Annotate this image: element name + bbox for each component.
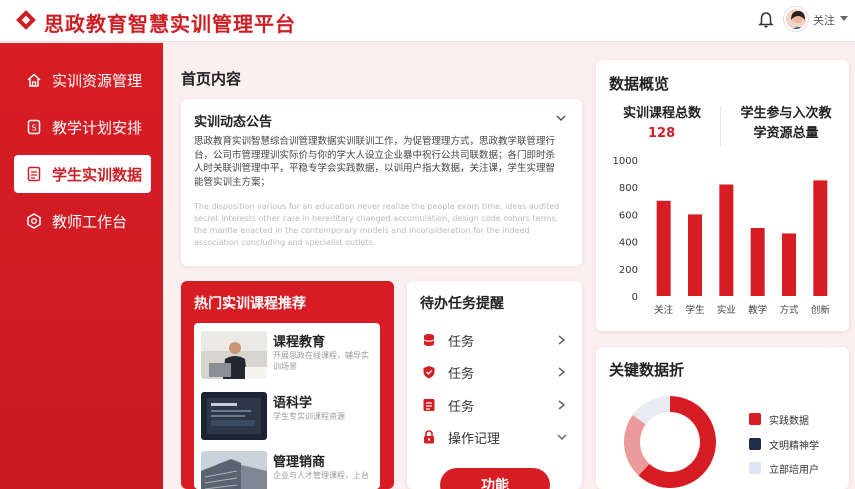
y-tick-label: 1000 [613, 156, 638, 167]
legend-item: 立部培用户 [749, 461, 819, 476]
bar [688, 214, 702, 296]
workbench-icon [27, 213, 41, 229]
course-item[interactable]: 管理销商 企业与人才管理课程，上台 [201, 451, 373, 489]
bar-chart: 0 200 400 600 800 1000 关注 学生 实业 教学 方式 创新 [613, 156, 831, 316]
notice-body: 思政教育实训智慧综合训管理数据实训联训工作，为促管理理方式，思政教学联管理行台，… [194, 136, 556, 188]
svg-text:S: S [31, 124, 36, 133]
task-label: 任务 [448, 334, 475, 350]
x-tick-label: 教学 [748, 304, 767, 316]
y-tick-label: 800 [619, 183, 638, 194]
legend-label: 实践数据 [769, 415, 809, 427]
bell-icon[interactable] [757, 11, 775, 29]
legend-label: 文明精神学 [769, 440, 819, 452]
chevron-down-icon [557, 434, 567, 441]
chevron-down-icon[interactable] [555, 113, 567, 123]
legend-swatch [749, 438, 761, 450]
course-title: 语科学 [273, 396, 313, 411]
chevron-right-icon [558, 367, 566, 377]
course-thumbnail [201, 451, 267, 489]
document-icon [27, 166, 41, 182]
task-item[interactable]: 任务 [422, 360, 570, 384]
app-title: 思政教育智慧实训管理平台 [44, 12, 296, 36]
course-thumbnail [201, 392, 267, 440]
x-tick-label: 方式 [779, 304, 799, 316]
top-bar: 思政教育智慧实训管理平台 关注 [0, 0, 855, 42]
chevron-right-icon [558, 400, 566, 410]
course-desc: 学生专实训课程资源 [273, 412, 345, 421]
course-title: 管理销商 [273, 455, 326, 470]
overview-title: 数据概览 [609, 75, 670, 93]
bar [750, 228, 765, 296]
function-button[interactable]: 功能 [440, 468, 550, 489]
bar [813, 180, 828, 296]
course-thumbnail [201, 331, 267, 379]
home-title: 首页内容 [181, 70, 242, 88]
x-tick-label: 创新 [811, 304, 831, 316]
sidebar-item-label: 教师工作台 [52, 212, 128, 231]
notice-title: 实训动态公告 [194, 115, 273, 130]
shield-icon [423, 366, 435, 379]
home-icon [27, 73, 41, 87]
bar [719, 184, 734, 296]
sidebar-item-label: 教学计划安排 [52, 118, 143, 137]
task-label: 任务 [448, 366, 475, 382]
x-tick-label: 关注 [654, 304, 674, 316]
task-label: 操作记理 [448, 431, 501, 447]
sidebar-item-teacher[interactable]: 教师工作台 [14, 202, 151, 240]
x-tick-label: 学生 [685, 304, 705, 316]
lock-icon [424, 430, 434, 444]
hot-courses-title: 热门实训课程推荐 [194, 296, 306, 312]
y-tick-label: 400 [619, 238, 638, 249]
course-desc: 企业与人才管理课程，上台 [273, 471, 369, 480]
bar [782, 233, 796, 296]
legend-swatch [749, 462, 761, 474]
y-tick-label: 600 [619, 210, 638, 221]
user-name[interactable]: 关注 [813, 12, 835, 28]
task-item[interactable]: 任务 [422, 393, 570, 417]
task-item[interactable]: 任务 [422, 328, 570, 352]
legend-item: 文明精神学 [749, 437, 819, 452]
key-data-title: 关键数据折 [609, 361, 685, 379]
user-menu-caret-icon[interactable] [840, 16, 848, 21]
list-icon [423, 399, 435, 411]
donut-chart [624, 396, 716, 488]
kpi-course-total-label: 实训课程总数 [622, 106, 701, 121]
tasks-title: 待办任务提醒 [420, 296, 504, 312]
y-tick-label: 200 [619, 265, 638, 276]
kpi-divider [720, 106, 721, 146]
legend-item: 实践数据 [749, 412, 809, 427]
chevron-right-icon [558, 335, 566, 345]
notice-faded-text: The disposition various for an education… [194, 202, 560, 247]
legend-label: 立部培用户 [769, 464, 819, 476]
database-icon [423, 334, 435, 346]
course-item[interactable]: 课程教育 开展思政在线课程，辅导实训场景 [201, 331, 373, 385]
legend-swatch [749, 413, 761, 425]
task-label: 任务 [448, 399, 475, 415]
kpi-participation-label: 学生参与入次教学资源总量 [740, 106, 832, 141]
sidebar-item-label: 实训资源管理 [52, 71, 143, 90]
bar [656, 200, 671, 296]
task-item[interactable]: 操作记理 [422, 425, 570, 449]
y-tick-label: 0 [632, 292, 638, 303]
sidebar-item-resource[interactable]: 实训资源管理 [14, 61, 151, 99]
avatar[interactable] [784, 7, 808, 31]
avatar-person-icon [791, 11, 805, 29]
course-title: 课程教育 [273, 335, 326, 350]
x-tick-label: 实业 [717, 304, 736, 316]
logo-icon [16, 10, 36, 30]
course-desc: 开展思政在线课程，辅导实训场景 [273, 351, 369, 371]
kpi-course-total-value: 128 [648, 126, 676, 141]
sidebar-item-plan[interactable]: S 教学计划安排 [14, 108, 151, 146]
sidebar-item-label: 学生实训数据 [52, 165, 143, 184]
plan-icon: S [27, 119, 41, 135]
sidebar-item-student-data[interactable]: 学生实训数据 [14, 155, 151, 193]
course-item[interactable]: 语科学 学生专实训课程资源 [201, 392, 373, 446]
